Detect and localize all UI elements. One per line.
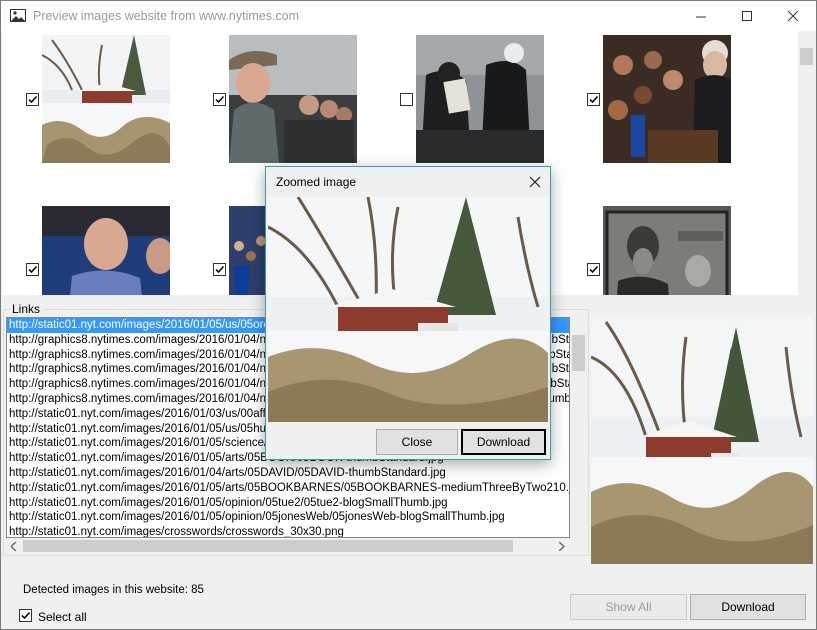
close-button[interactable] [770,1,816,31]
links-vscroll-thumb[interactable] [572,335,585,371]
image-checkbox-stadium-crowd[interactable] [213,263,226,276]
image-checkbox-cowboy-press[interactable] [213,93,226,106]
links-hscroll-thumb[interactable] [23,540,513,552]
image-checkbox-coach-portrait[interactable] [26,263,39,276]
image-thumbnail-podium-speaker[interactable] [603,35,731,163]
check-icon [215,95,225,104]
image-thumbnail-cowboy-press[interactable] [229,35,357,163]
image-thumbnail-coach-portrait[interactable] [42,206,170,295]
main-window: Preview images website from www.nytimes.… [0,0,817,630]
minimize-button[interactable] [678,1,724,31]
close-icon [529,176,541,188]
image-thumbnail-protest-crowd[interactable] [416,35,544,163]
image-checkbox-podium-speaker[interactable] [587,93,600,106]
zoom-download-button[interactable]: Download [461,429,546,455]
zoom-close-button[interactable]: Close [376,429,458,455]
scroll-right-icon[interactable] [559,542,565,551]
check-icon [215,265,225,274]
select-all-checkbox[interactable] [19,609,32,622]
link-item[interactable]: http://static01.nyt.com/images/2016/01/0… [7,510,569,525]
image-checkbox-protest-crowd[interactable] [400,93,413,106]
gallery-scrollbar[interactable] [798,31,815,295]
title-bar[interactable]: Preview images website from www.nytimes.… [1,1,816,31]
image-checkbox-ranch-snow[interactable] [26,93,39,106]
window-title: Preview images website from www.nytimes.… [33,9,300,23]
select-all-label[interactable]: Select all [38,610,87,624]
zoom-dialog-title: Zoomed image [276,175,357,189]
link-item[interactable]: http://static01.nyt.com/images/2016/01/0… [7,481,569,496]
maximize-button[interactable] [724,1,770,31]
picture-icon [10,9,26,22]
image-thumbnail-ranch-snow[interactable] [42,35,170,163]
minimize-icon [695,16,706,17]
link-item[interactable]: http://static01.nyt.com/images/crossword… [7,525,569,537]
check-icon [28,95,38,104]
image-thumbnail-archive-photo[interactable] [603,206,731,295]
maximize-icon [741,10,752,21]
links-horizontal-scrollbar[interactable] [6,538,570,554]
selected-image-preview [591,317,813,564]
gallery-scroll-thumb[interactable] [800,48,813,65]
close-icon [787,10,799,22]
links-label: Links [10,302,43,316]
image-checkbox-archive-photo[interactable] [587,263,600,276]
links-vertical-scrollbar[interactable] [570,317,587,538]
link-item[interactable]: http://static01.nyt.com/images/2016/01/0… [7,496,569,511]
zoomed-image [268,197,548,422]
show-all-button[interactable]: Show All [570,594,687,620]
check-icon [21,611,31,620]
scroll-left-icon[interactable] [11,542,17,551]
download-button[interactable]: Download [690,594,806,620]
check-icon [28,265,38,274]
zoom-dialog-close-button[interactable] [524,171,546,193]
link-item[interactable]: http://static01.nyt.com/images/2016/01/0… [7,466,569,481]
zoomed-image-dialog: Zoomed image Close Download [265,166,551,460]
detected-images-count: Detected images in this website: 85 [23,584,204,596]
check-icon [589,265,599,274]
check-icon [589,95,599,104]
